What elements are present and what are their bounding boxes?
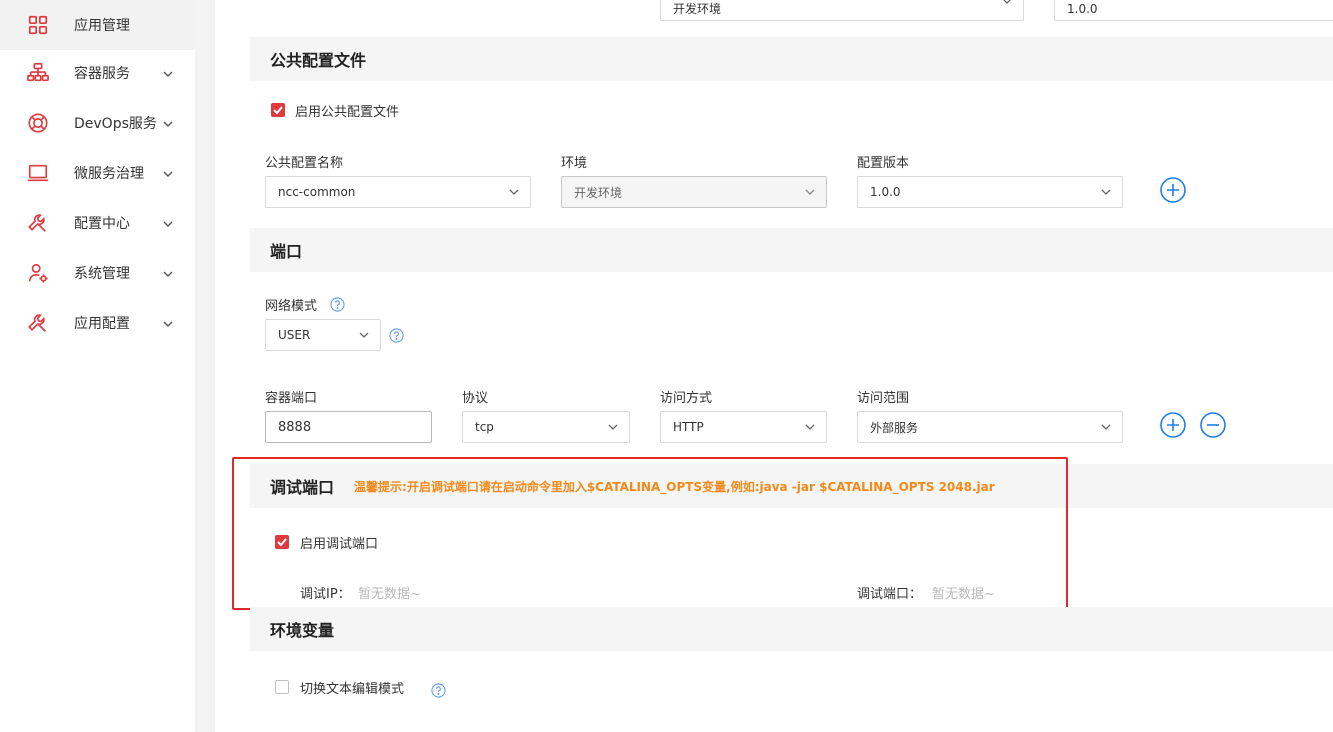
chevron-down-icon bbox=[607, 421, 619, 433]
add-public-config-button[interactable] bbox=[1160, 177, 1186, 203]
remove-port-button[interactable] bbox=[1200, 412, 1226, 438]
sidebar-item-label: 容器服务 bbox=[74, 66, 130, 82]
debug-port-label: 调试端口： bbox=[857, 587, 923, 602]
enable-public-config-label: 启用公共配置文件 bbox=[295, 105, 400, 120]
select-value: USER bbox=[278, 328, 311, 342]
input-value: 1.0.0 bbox=[1067, 1, 1098, 16]
section-header-debug-port: 调试端口 温馨提示:开启调试端口请在启动命令里加入$CATALINA_OPTS变… bbox=[250, 464, 1333, 508]
question-circle-icon[interactable] bbox=[431, 683, 446, 698]
debug-port-value: 暂无数据~ bbox=[932, 587, 995, 602]
laptop-icon bbox=[26, 161, 50, 185]
chevron-down-icon bbox=[161, 116, 175, 130]
sidebar-item-microservice[interactable]: 微服务治理 bbox=[0, 148, 195, 198]
sidebar-item-label: 系统管理 bbox=[74, 266, 130, 282]
input-value: 8888 bbox=[278, 419, 312, 435]
chevron-down-icon bbox=[358, 329, 370, 341]
select-value: ncc-common bbox=[278, 185, 356, 199]
select-value: tcp bbox=[475, 420, 494, 434]
protocol-label: 协议 bbox=[462, 391, 489, 406]
debug-ip-label: 调试IP： bbox=[300, 587, 351, 602]
debug-port-warning: 温馨提示:开启调试端口请在启动命令里加入$CATALINA_OPTS变量,例如:… bbox=[354, 479, 995, 494]
section-title: 端口 bbox=[270, 242, 303, 261]
select-value: 开发环境 bbox=[574, 185, 623, 200]
sidebar-item-system-management[interactable]: 系统管理 bbox=[0, 248, 195, 298]
sidebar-item-label: 应用管理 bbox=[74, 18, 130, 34]
chevron-down-icon bbox=[161, 66, 175, 80]
config-version-select[interactable]: 1.0.0 bbox=[857, 176, 1123, 208]
chevron-down-icon bbox=[1001, 0, 1013, 7]
sidebar-item-label: 应用配置 bbox=[74, 316, 130, 332]
sidebar-item-config-center[interactable]: 配置中心 bbox=[0, 198, 195, 248]
access-method-select[interactable]: HTTP bbox=[660, 411, 827, 443]
container-port-label: 容器端口 bbox=[265, 391, 318, 406]
env-select-top[interactable]: 开发环境 bbox=[660, 0, 1024, 21]
enable-debug-port-label: 启用调试端口 bbox=[300, 537, 379, 552]
main-content: 开发环境 1.0.0 公共配置文件 启用公共配置文件 公共配置名称 环境 配置版… bbox=[215, 0, 1333, 732]
sidebar: 应用管理 容器服务 DevOps服务 微服务治理 配置中心 系统管理 应用配置 bbox=[0, 0, 195, 732]
network-mode-label: 网络模式 bbox=[265, 299, 318, 314]
add-port-button[interactable] bbox=[1160, 412, 1186, 438]
sidebar-item-label: 配置中心 bbox=[74, 216, 130, 232]
enable-public-config-checkbox[interactable] bbox=[271, 103, 285, 117]
text-edit-mode-checkbox[interactable] bbox=[275, 680, 289, 694]
chevron-down-icon bbox=[161, 216, 175, 230]
select-value: 开发环境 bbox=[673, 2, 722, 16]
sidebar-item-app-config[interactable]: 应用配置 bbox=[0, 298, 195, 348]
chevron-down-icon bbox=[1100, 421, 1112, 433]
question-circle-icon[interactable] bbox=[389, 328, 404, 343]
question-circle-icon[interactable] bbox=[330, 297, 345, 312]
version-input-top[interactable]: 1.0.0 bbox=[1054, 0, 1333, 21]
section-title: 环境变量 bbox=[270, 621, 335, 640]
chevron-down-icon bbox=[161, 166, 175, 180]
access-method-label: 访问方式 bbox=[660, 391, 713, 406]
grid-icon bbox=[26, 13, 50, 37]
debug-ip-value: 暂无数据~ bbox=[358, 587, 421, 602]
sidebar-divider bbox=[195, 0, 215, 732]
sidebar-item-app-management[interactable]: 应用管理 bbox=[0, 0, 195, 50]
chevron-down-icon bbox=[161, 316, 175, 330]
chevron-down-icon bbox=[804, 421, 816, 433]
section-title: 调试端口 bbox=[270, 478, 335, 497]
access-scope-label: 访问范围 bbox=[857, 391, 910, 406]
access-scope-select[interactable]: 外部服务 bbox=[857, 411, 1123, 443]
section-title: 公共配置文件 bbox=[270, 51, 367, 70]
sidebar-item-devops[interactable]: DevOps服务 bbox=[0, 98, 195, 148]
select-value: 1.0.0 bbox=[870, 185, 901, 199]
container-port-input[interactable]: 8888 bbox=[265, 411, 432, 443]
chevron-down-icon bbox=[804, 186, 816, 198]
sitemap-icon bbox=[26, 61, 50, 85]
user-gear-icon bbox=[26, 261, 50, 285]
config-version-label: 配置版本 bbox=[857, 156, 910, 171]
public-config-env-select[interactable]: 开发环境 bbox=[561, 176, 827, 208]
section-header-env-vars: 环境变量 bbox=[250, 607, 1333, 651]
enable-debug-port-checkbox[interactable] bbox=[275, 535, 289, 549]
chevron-down-icon bbox=[161, 266, 175, 280]
sidebar-item-container-service[interactable]: 容器服务 bbox=[0, 48, 195, 98]
wrench-icon bbox=[26, 311, 50, 335]
select-value: HTTP bbox=[673, 420, 704, 434]
sidebar-item-label: 微服务治理 bbox=[74, 166, 144, 182]
wrench-icon bbox=[26, 211, 50, 235]
lifebuoy-icon bbox=[26, 111, 50, 135]
section-header-port: 端口 bbox=[250, 228, 1333, 272]
section-header-public-config: 公共配置文件 bbox=[250, 37, 1333, 81]
select-value: 外部服务 bbox=[870, 420, 919, 435]
protocol-select[interactable]: tcp bbox=[462, 411, 630, 443]
chevron-down-icon bbox=[1100, 186, 1112, 198]
text-edit-mode-label: 切换文本编辑模式 bbox=[300, 682, 405, 697]
sidebar-item-label: DevOps服务 bbox=[74, 116, 157, 132]
network-mode-select[interactable]: USER bbox=[265, 319, 381, 351]
public-config-name-label: 公共配置名称 bbox=[265, 156, 344, 171]
chevron-down-icon bbox=[508, 186, 520, 198]
public-config-name-select[interactable]: ncc-common bbox=[265, 176, 531, 208]
env-label: 环境 bbox=[561, 156, 588, 171]
